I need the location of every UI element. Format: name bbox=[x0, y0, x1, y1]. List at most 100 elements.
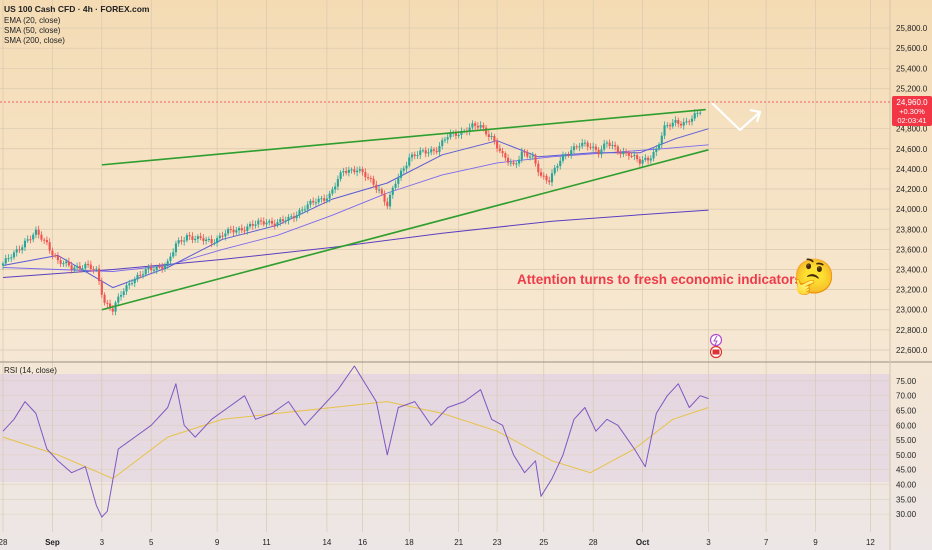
candle-body bbox=[539, 172, 543, 176]
candle-body bbox=[117, 296, 120, 303]
candle-body bbox=[597, 149, 600, 155]
candle-body bbox=[372, 178, 375, 185]
candle-body bbox=[413, 154, 416, 156]
candle-body bbox=[490, 135, 493, 138]
candle-body bbox=[380, 189, 383, 194]
candle-body bbox=[281, 219, 285, 222]
candle-body bbox=[369, 177, 372, 179]
candle-body bbox=[65, 261, 68, 264]
price-tick-label: 22,600.0 bbox=[896, 346, 928, 355]
candle-body bbox=[594, 146, 597, 150]
candle-body bbox=[306, 204, 309, 210]
candle-body bbox=[578, 146, 581, 148]
indicator-sma50[interactable]: SMA (50, close) bbox=[4, 26, 61, 35]
price-tick-label: 24,600.0 bbox=[896, 145, 928, 154]
candle-body bbox=[608, 142, 611, 146]
candle-body bbox=[677, 120, 680, 124]
candle-body bbox=[314, 202, 317, 204]
candle-body bbox=[249, 224, 252, 227]
candle-body bbox=[73, 267, 76, 270]
candle-body bbox=[301, 209, 304, 211]
candle-body bbox=[259, 220, 263, 222]
time-tick-label: 12 bbox=[866, 538, 875, 547]
price-tick-label: 24,200.0 bbox=[896, 185, 928, 194]
candle-body bbox=[279, 219, 282, 223]
candle-body bbox=[95, 268, 98, 270]
rsi-label[interactable]: RSI (14, close) bbox=[4, 366, 57, 375]
indicator-ema[interactable]: EMA (20, close) bbox=[4, 16, 61, 25]
candle-body bbox=[408, 157, 411, 166]
candle-body bbox=[268, 220, 271, 223]
candle-body bbox=[331, 189, 334, 194]
candle-body bbox=[29, 239, 32, 241]
candle-body bbox=[183, 240, 186, 242]
candle-body bbox=[658, 144, 661, 149]
candle-body bbox=[84, 263, 87, 269]
candle-body bbox=[7, 258, 10, 260]
candle-body bbox=[92, 268, 95, 270]
candle-body bbox=[531, 155, 534, 157]
rsi-tick-label: 55.00 bbox=[896, 436, 917, 445]
time-tick-label: 9 bbox=[813, 538, 818, 547]
candle-body bbox=[625, 151, 628, 153]
candle-body bbox=[528, 156, 532, 158]
candle-body bbox=[276, 222, 279, 226]
candle-body bbox=[553, 167, 556, 174]
candle-body bbox=[133, 279, 136, 284]
candle-body bbox=[67, 261, 70, 266]
time-tick-label: 28 bbox=[0, 538, 8, 547]
candle-body bbox=[144, 269, 147, 275]
candle-body bbox=[295, 215, 298, 219]
indicator-sma200[interactable]: SMA (200, close) bbox=[4, 36, 65, 45]
candle-body bbox=[188, 235, 191, 237]
candle-body bbox=[147, 267, 150, 270]
time-tick-label: 7 bbox=[764, 538, 769, 547]
candle-body bbox=[309, 200, 312, 205]
annotation-text: Attention turns to fresh economic indica… bbox=[517, 272, 802, 287]
candle-body bbox=[103, 294, 106, 303]
candle-body bbox=[232, 229, 235, 233]
candle-body bbox=[493, 135, 496, 142]
candle-body bbox=[221, 235, 224, 237]
candle-body bbox=[512, 162, 515, 165]
price-tick-label: 23,600.0 bbox=[896, 245, 928, 254]
candle-body bbox=[26, 239, 29, 241]
candle-body bbox=[12, 252, 16, 258]
flag-glyph-icon bbox=[712, 349, 720, 355]
candle-body bbox=[638, 159, 641, 164]
candle-body bbox=[213, 243, 216, 245]
candle-body bbox=[644, 157, 647, 160]
candle-body bbox=[446, 137, 449, 140]
trading-chart[interactable]: 25,800.0 25,600.0 25,400.0 25,200.0 24,800.0… bbox=[0, 0, 932, 550]
candle-body bbox=[383, 193, 386, 202]
candle-body bbox=[526, 152, 529, 157]
candle-body bbox=[655, 148, 658, 152]
candle-body bbox=[482, 125, 485, 128]
candle-body bbox=[630, 155, 633, 157]
candle-body bbox=[328, 193, 331, 199]
candle-body bbox=[441, 140, 444, 146]
candle-body bbox=[130, 283, 134, 285]
candle-body bbox=[43, 239, 46, 241]
candle-body bbox=[128, 283, 131, 286]
candle-body bbox=[457, 134, 460, 136]
candle-body bbox=[21, 247, 24, 251]
candle-body bbox=[523, 151, 526, 153]
candle-body bbox=[139, 274, 142, 276]
candle-body bbox=[394, 183, 397, 188]
candle-body bbox=[207, 238, 210, 240]
candle-body bbox=[98, 268, 101, 282]
candle-body bbox=[586, 142, 589, 147]
candle-body bbox=[583, 142, 586, 144]
rsi-tick-label: 30.00 bbox=[896, 510, 917, 519]
candle-body bbox=[163, 265, 167, 269]
candle-body bbox=[388, 194, 392, 207]
rsi-tick-label: 60.00 bbox=[896, 421, 917, 430]
candle-body bbox=[185, 235, 188, 241]
candle-body bbox=[317, 198, 320, 203]
time-tick-label: 23 bbox=[493, 538, 502, 547]
candle-body bbox=[619, 152, 622, 155]
candle-body bbox=[693, 113, 696, 119]
symbol-title[interactable]: US 100 Cash CFD · 4h · FOREX.com bbox=[4, 4, 150, 14]
candle-body bbox=[78, 265, 81, 269]
